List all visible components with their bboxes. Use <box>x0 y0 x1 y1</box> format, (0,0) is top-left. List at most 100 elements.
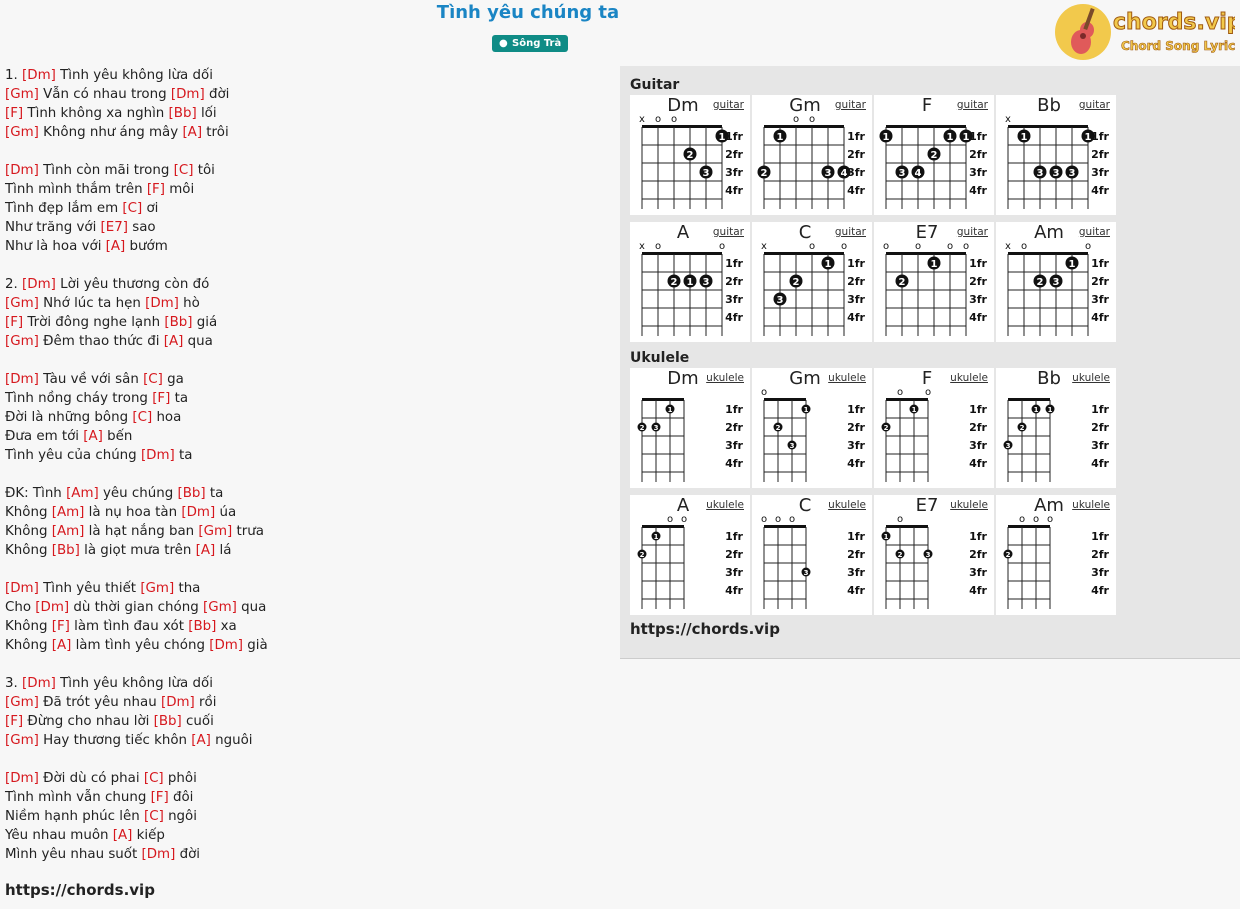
chord-link[interactable]: [A] <box>164 334 184 349</box>
chord-link[interactable]: [Gm] <box>5 733 39 748</box>
guitar-chord-card[interactable]: Gm guitar o o 1fr 2fr 3fr 4fr 1 2 3 4 <box>752 95 872 215</box>
chord-link[interactable]: [Dm] <box>22 68 56 83</box>
lyrics-footer-url[interactable]: https://chords.vip <box>5 881 155 899</box>
guitar-chord-card[interactable]: Aguitar x o o 1fr 2fr 3fr 4fr 2 1 3 <box>630 222 750 342</box>
chord-link[interactable]: [F] <box>152 391 170 406</box>
ukulele-chord-card[interactable]: Gm ukulele o 1fr 2fr 3fr 4fr 1 2 3 <box>752 368 872 488</box>
chord-link[interactable]: [A] <box>52 638 72 653</box>
lyric-text: Nhớ lúc ta hẹn <box>38 296 146 311</box>
chord-link[interactable]: [Am] <box>52 524 85 539</box>
chord-link[interactable]: [Dm] <box>181 505 215 520</box>
fret-label: 4fr <box>969 584 987 597</box>
guitar-chord-card[interactable]: Bb guitar x 1fr 2fr 3fr 4fr 1 1 3 3 3 <box>996 95 1116 215</box>
chord-diagram: 1fr 2fr 3fr 4fr 1 1 2 3 <box>1003 398 1110 482</box>
finger-number: 1 <box>963 132 970 143</box>
lyric-text: Không <box>5 505 52 520</box>
chord-link[interactable]: [Gm] <box>5 334 39 349</box>
chord-link[interactable]: [C] <box>144 771 164 786</box>
lyric-line: [F] Trời đông nghe lạnh [Bb] giá <box>5 313 605 332</box>
chord-link[interactable]: [Am] <box>52 505 85 520</box>
ukulele-chord-card[interactable]: Am ukulele o o o 1fr 2fr 3fr 4fr 2 <box>996 495 1116 615</box>
guitar-chord-card[interactable]: Dm guitar x o o 1fr 2fr 3fr 4fr 1 2 3 <box>630 95 750 215</box>
chord-link[interactable]: [Gm] <box>198 524 232 539</box>
chord-link[interactable]: [Dm] <box>35 600 69 615</box>
chord-link[interactable]: [Dm] <box>5 372 39 387</box>
chord-diagram: o o o1fr2fr3fr4fr3 <box>761 514 866 609</box>
open-string-marker: o <box>789 514 795 525</box>
chord-link[interactable]: [Dm] <box>5 163 39 178</box>
fret-label: 1fr <box>1091 257 1109 270</box>
chord-diagram: x o o1fr2fr3fr4fr2 1 3 <box>639 241 744 336</box>
lyric-text: ga <box>162 372 184 387</box>
chord-link[interactable]: [A] <box>191 733 211 748</box>
artist-badge[interactable]: ● Sông Trà <box>492 35 569 52</box>
lyric-line: Tình nồng cháy trong [F] ta <box>5 389 605 408</box>
open-string-marker: o <box>761 387 767 398</box>
chord-link[interactable]: [Dm] <box>5 771 39 786</box>
guitar-chord-card[interactable]: Cguitar x o o 1fr 2fr 3fr 4fr 1 2 3 <box>752 222 872 342</box>
fret-label: 4fr <box>725 184 743 197</box>
chord-link[interactable]: [F] <box>151 790 169 805</box>
panel-footer-url[interactable]: https://chords.vip <box>630 620 780 638</box>
chord-link[interactable]: [Dm] <box>22 277 56 292</box>
chord-link[interactable]: [C] <box>132 410 152 425</box>
chord-link[interactable]: [Gm] <box>140 581 174 596</box>
chord-link[interactable]: [Gm] <box>5 296 39 311</box>
ukulele-chord-card[interactable]: Dm ukulele 1fr 2fr 3fr 4fr 1 2 3 <box>630 368 750 488</box>
ukulele-chord-card[interactable]: Fukulele o o 1fr 2fr 3fr 4fr 1 2 <box>874 368 994 488</box>
ukulele-chord-card[interactable]: Aukulele o o 1fr 2fr 3fr 4fr 1 2 <box>630 495 750 615</box>
chord-link[interactable]: [C] <box>143 372 163 387</box>
chord-link[interactable]: [C] <box>174 163 194 178</box>
chord-link[interactable]: [Dm] <box>142 847 176 862</box>
chord-link[interactable]: [Bb] <box>52 543 80 558</box>
chord-link[interactable]: [Gm] <box>5 125 39 140</box>
chord-link[interactable]: [Am] <box>66 486 99 501</box>
ukulele-chord-card[interactable]: Bb ukulele 1fr 2fr 3fr 4fr 1 1 2 3 <box>996 368 1116 488</box>
chord-link[interactable]: [A] <box>113 828 133 843</box>
lyric-text: hoa <box>152 410 182 425</box>
svg-text:chords.vip: chords.vip <box>1113 10 1235 35</box>
guitar-chord-card[interactable]: Am guitar x o o 1fr 2fr 3fr 4fr 1 2 3 <box>996 222 1116 342</box>
chord-link[interactable]: [F] <box>5 714 23 729</box>
open-string-marker: o <box>947 241 953 252</box>
site-logo[interactable]: chords.vip Chord Song Lyric <box>1055 2 1235 62</box>
chord-link[interactable]: [Bb] <box>164 315 192 330</box>
chord-link[interactable]: [Bb] <box>154 714 182 729</box>
chord-link[interactable]: [C] <box>122 201 142 216</box>
chord-link[interactable]: [Dm] <box>5 581 39 596</box>
fret-label: 4fr <box>847 457 865 470</box>
chord-link[interactable]: [F] <box>52 619 70 634</box>
chord-link[interactable]: [F] <box>5 106 23 121</box>
chord-link[interactable]: [Dm] <box>161 695 195 710</box>
ukulele-chord-card[interactable]: E7 ukulele o 1fr 2fr 3fr 4fr 1 2 3 <box>874 495 994 615</box>
chord-link[interactable]: [A] <box>106 239 126 254</box>
chord-link[interactable]: [A] <box>196 543 216 558</box>
chord-link[interactable]: [Bb] <box>188 619 216 634</box>
chord-link[interactable]: [Dm] <box>171 87 205 102</box>
chord-link[interactable]: [Dm] <box>22 676 56 691</box>
chord-link[interactable]: [F] <box>147 182 165 197</box>
chord-link[interactable]: [F] <box>5 315 23 330</box>
chord-link[interactable]: [C] <box>144 809 164 824</box>
lyric-text: là giọt mưa trên <box>79 543 196 558</box>
finger-number: 1 <box>1069 259 1076 270</box>
lyric-text: nguôi <box>210 733 253 748</box>
chord-link[interactable]: [Bb] <box>169 106 197 121</box>
chord-link[interactable]: [A] <box>182 125 202 140</box>
chord-link[interactable]: [Dm] <box>209 638 243 653</box>
chord-link[interactable]: [Dm] <box>141 448 175 463</box>
fret-label: 3fr <box>969 439 987 452</box>
chord-link[interactable]: [Gm] <box>203 600 237 615</box>
guitar-chord-card[interactable]: Fguitar 1fr 2fr 3fr 4fr 1 1 1 2 3 4 <box>874 95 994 215</box>
chord-link[interactable]: [Bb] <box>177 486 205 501</box>
chord-link[interactable]: [A] <box>83 429 103 444</box>
fret-label: 1fr <box>847 130 865 143</box>
chord-link[interactable]: [E7] <box>101 220 128 235</box>
chord-link[interactable]: [Dm] <box>145 296 179 311</box>
ukulele-chord-card[interactable]: Cukulele o o o 1fr 2fr 3fr 4fr 3 <box>752 495 872 615</box>
finger-number: 1 <box>931 259 938 270</box>
chord-link[interactable]: [Gm] <box>5 87 39 102</box>
guitar-chord-card[interactable]: E7 guitar o o o o 1fr 2fr 3fr 4fr 1 2 <box>874 222 994 342</box>
lyric-line: [F] Đừng cho nhau lời [Bb] cuối <box>5 712 605 731</box>
chord-link[interactable]: [Gm] <box>5 695 39 710</box>
